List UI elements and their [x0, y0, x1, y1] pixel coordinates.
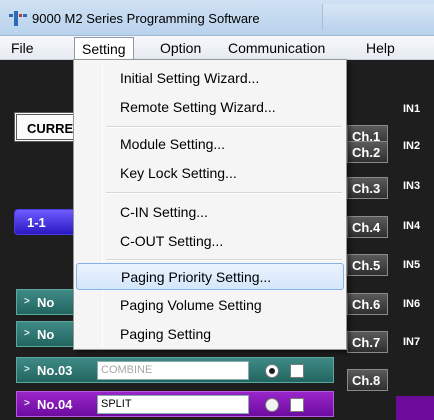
radio-selected-dot [269, 368, 275, 374]
zone-name-field[interactable]: COMBINE [97, 361, 249, 380]
setting-dropdown-menu: Initial Setting Wizard... Remote Setting… [73, 59, 347, 350]
menu-item-paging-volume-setting[interactable]: Paging Volume Setting [75, 293, 345, 317]
menu-item-key-lock-setting[interactable]: Key Lock Setting... [75, 161, 345, 185]
zone-row-04[interactable]: > No.04 SPLIT [16, 391, 334, 417]
input-label-6: IN6 [403, 298, 421, 310]
zone-checkbox[interactable] [290, 364, 304, 378]
channel-button-3[interactable]: Ch.3 [347, 177, 388, 199]
zone-expand-icon[interactable]: > [24, 328, 30, 339]
channel-button-8[interactable]: Ch.8 [347, 369, 388, 391]
zone-radio[interactable] [265, 364, 279, 378]
zone-number: No [37, 295, 55, 310]
menu-help[interactable]: Help [366, 40, 395, 56]
zone-row-01[interactable]: > No [16, 289, 74, 315]
menu-item-paging-priority-setting[interactable]: Paging Priority Setting... [76, 263, 344, 290]
input-label-4: IN4 [403, 220, 421, 232]
menu-setting[interactable]: Setting [74, 37, 134, 60]
menu-separator [106, 259, 342, 261]
menu-file[interactable]: File [11, 40, 34, 56]
input-label-2: IN2 [403, 140, 421, 152]
title-bar-overflow [322, 4, 434, 30]
menu-communication[interactable]: Communication [228, 40, 325, 56]
menu-item-c-in-setting[interactable]: C-IN Setting... [75, 200, 345, 224]
zone-number: No.03 [37, 363, 73, 378]
channel-button-5[interactable]: Ch.5 [347, 254, 388, 276]
menu-item-module-setting[interactable]: Module Setting... [75, 132, 345, 156]
menu-item-paging-setting[interactable]: Paging Setting [75, 322, 345, 346]
zone-name-field[interactable]: SPLIT [97, 395, 249, 414]
zone-row-03[interactable]: > No.03 COMBINE [16, 357, 334, 383]
input-label-1: IN1 [403, 103, 421, 115]
zone-row-02[interactable]: > No [16, 321, 74, 347]
menu-item-c-out-setting[interactable]: C-OUT Setting... [75, 229, 345, 253]
menu-separator [106, 192, 342, 194]
input-label-3: IN3 [403, 180, 421, 192]
zone-number: No.04 [37, 397, 73, 412]
channel-button-6[interactable]: Ch.6 [347, 293, 388, 315]
channel-button-4[interactable]: Ch.4 [347, 216, 388, 238]
channel-button-7[interactable]: Ch.7 [347, 331, 388, 353]
zone-expand-icon[interactable]: > [24, 364, 30, 375]
channel-button-2[interactable]: Ch.2 [347, 141, 388, 163]
zone-expand-icon[interactable]: > [24, 296, 30, 307]
menu-separator [106, 126, 342, 128]
zone-number: No [37, 327, 55, 342]
zone-expand-icon[interactable]: > [24, 398, 30, 409]
app-logo-icon [9, 11, 27, 26]
title-bar: 9000 M2 Series Programming Software [0, 0, 434, 36]
input-label-7: IN7 [403, 336, 421, 348]
zone-color-strip [396, 396, 434, 420]
menu-item-initial-setting-wizard[interactable]: Initial Setting Wizard... [75, 66, 345, 90]
window-title: 9000 M2 Series Programming Software [32, 11, 260, 26]
menu-bar: File Setting Option Communication Help [0, 36, 434, 60]
menu-option[interactable]: Option [160, 40, 201, 56]
menu-item-remote-setting-wizard[interactable]: Remote Setting Wizard... [75, 95, 345, 119]
input-label-5: IN5 [403, 259, 421, 271]
zone-radio[interactable] [265, 398, 279, 412]
zone-checkbox[interactable] [290, 398, 304, 412]
